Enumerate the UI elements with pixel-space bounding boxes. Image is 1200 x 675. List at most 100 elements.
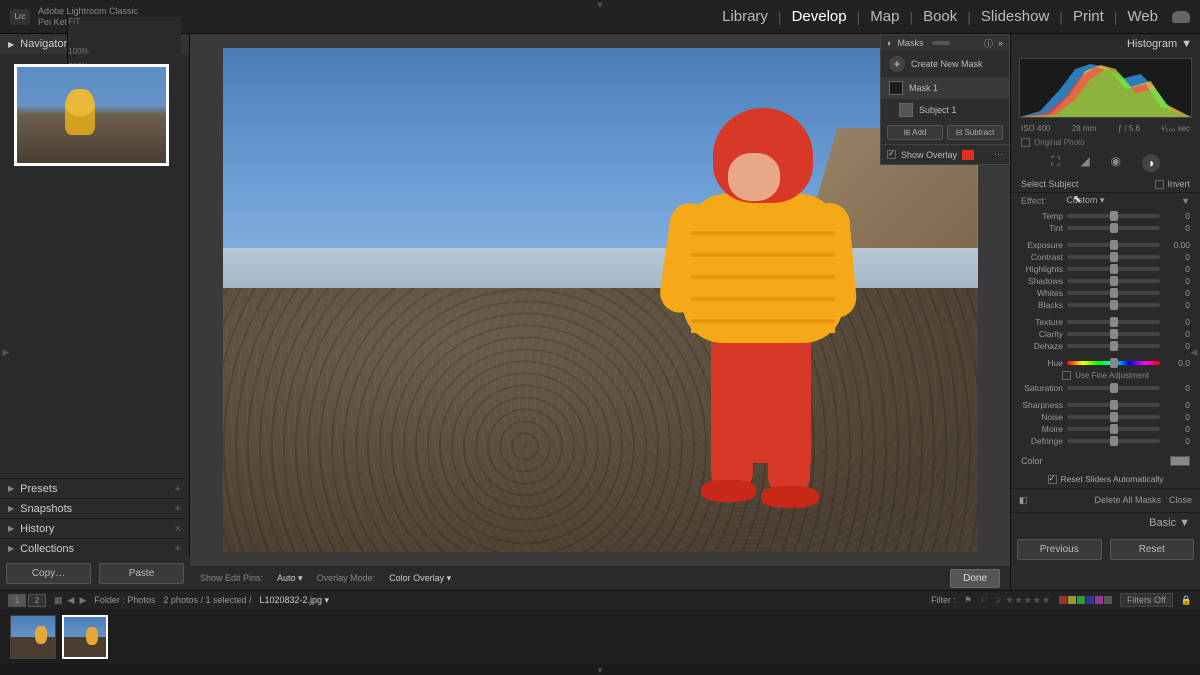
left-panel-collapse[interactable]: ▶: [0, 338, 12, 368]
collapse-icon[interactable]: »: [998, 38, 1003, 48]
zoom-100[interactable]: 100%: [68, 47, 181, 56]
snapshots-section[interactable]: ▶Snapshots+: [0, 498, 189, 518]
slider-exposure[interactable]: Exposure0.00: [1011, 239, 1200, 251]
mask-subject-1[interactable]: Subject 1: [881, 99, 1009, 121]
slider-blacks[interactable]: Blacks0: [1011, 299, 1200, 311]
filename[interactable]: L1020832-2.jpg ▾: [259, 595, 329, 606]
more-options-icon[interactable]: ⋯: [994, 149, 1003, 160]
masking-tool-icon[interactable]: ◑: [1142, 154, 1160, 172]
mask-add-button[interactable]: ⊞ Add: [887, 125, 943, 140]
mask-overlay: [673, 108, 848, 508]
show-overlay-checkbox[interactable]: [887, 150, 896, 159]
film-thumb-2[interactable]: [62, 615, 108, 659]
slider-whites[interactable]: Whites0: [1011, 287, 1200, 299]
filters-off-dropdown[interactable]: Filters Off: [1120, 593, 1173, 607]
slider-contrast[interactable]: Contrast0: [1011, 251, 1200, 263]
overlay-color-swatch[interactable]: [962, 150, 974, 160]
histogram-header[interactable]: Histogram ▼: [1011, 34, 1200, 54]
zoom-fit[interactable]: FIT: [68, 17, 181, 26]
right-panel-collapse[interactable]: ◀: [1188, 338, 1200, 368]
slider-moire[interactable]: Moire0: [1011, 423, 1200, 435]
fine-adjust-label: Use Fine Adjustment: [1075, 371, 1149, 380]
paste-button[interactable]: Paste: [99, 563, 184, 584]
navigator-header[interactable]: ▶ Navigator FIT: 100% 200%: [0, 34, 189, 54]
fine-adjust-checkbox[interactable]: [1062, 371, 1071, 380]
reset-auto-label: Reset Sliders Automatically: [1061, 474, 1164, 484]
panel-collapse-icon[interactable]: ▼: [1181, 196, 1190, 206]
module-slideshow[interactable]: Slideshow: [979, 8, 1051, 25]
module-develop[interactable]: Develop: [790, 8, 849, 25]
drag-handle-icon[interactable]: [932, 41, 950, 45]
loupe-view: ◐ Masks ⓘ » + Create New Mask Mask 1 Sub…: [190, 34, 1010, 590]
masks-panel[interactable]: ◐ Masks ⓘ » + Create New Mask Mask 1 Sub…: [880, 34, 1010, 165]
slider-temp[interactable]: Temp0: [1011, 210, 1200, 222]
filter-lock-icon[interactable]: 🔒: [1181, 595, 1192, 606]
slider-highlights[interactable]: Highlights0: [1011, 263, 1200, 275]
subject-thumb-icon: [899, 103, 913, 117]
pins-label: Show Edit Pins:: [200, 573, 263, 583]
module-print[interactable]: Print: [1071, 8, 1106, 25]
basic-panel-header[interactable]: Basic ▼: [1011, 512, 1200, 533]
copy-button[interactable]: Copy…: [6, 563, 91, 584]
slider-dehaze[interactable]: Dehaze0: [1011, 340, 1200, 352]
left-panel: ▶ Navigator FIT: 100% 200% ▶Presets+ ▶Sn…: [0, 34, 190, 590]
next-photo-icon[interactable]: ▶: [79, 595, 86, 606]
history-section[interactable]: ▶History×: [0, 518, 189, 538]
module-map[interactable]: Map: [868, 8, 901, 25]
close-button[interactable]: Close: [1169, 495, 1192, 506]
reset-auto-checkbox[interactable]: [1048, 475, 1057, 484]
slider-hue[interactable]: Hue0.0: [1011, 357, 1200, 369]
navigator-preview[interactable]: [14, 64, 169, 166]
filmstrip-collapse[interactable]: ▼: [0, 665, 1200, 675]
invert-checkbox[interactable]: [1155, 180, 1164, 189]
monitor-1-icon[interactable]: 1: [8, 594, 26, 607]
previous-button[interactable]: Previous: [1017, 539, 1102, 560]
slider-noise[interactable]: Noise0: [1011, 411, 1200, 423]
reset-button[interactable]: Reset: [1110, 539, 1195, 560]
original-photo-label: Original Photo: [1034, 138, 1085, 147]
film-thumb-1[interactable]: [10, 615, 56, 659]
mask-icon: ◐: [887, 38, 892, 48]
module-web[interactable]: Web: [1125, 8, 1160, 25]
filmstrip[interactable]: [0, 609, 1200, 665]
slider-defringe[interactable]: Defringe0: [1011, 435, 1200, 447]
slider-saturation[interactable]: Saturation0: [1011, 382, 1200, 394]
slider-clarity[interactable]: Clarity0: [1011, 328, 1200, 340]
right-panel: Histogram ▼ ISO 40028 mm ƒ / 5.6¹⁄₅₀₀ se…: [1010, 34, 1200, 590]
redeye-tool-icon[interactable]: ◉: [1110, 154, 1120, 172]
cloud-sync-icon[interactable]: [1172, 11, 1190, 23]
star-filter[interactable]: ≥ ★★★★★: [996, 595, 1051, 606]
pins-dropdown[interactable]: Auto ▾: [277, 573, 303, 584]
crop-tool-icon[interactable]: ⛶: [1051, 154, 1059, 172]
flag-rejected-icon[interactable]: ⚐: [980, 595, 988, 606]
done-button[interactable]: Done: [950, 569, 1000, 588]
app-logo: Lrc: [10, 9, 30, 25]
overlay-mode-dropdown[interactable]: Color Overlay ▾: [389, 573, 451, 584]
module-library[interactable]: Library: [720, 8, 770, 25]
disclosure-icon: ▶: [8, 40, 14, 49]
heal-tool-icon[interactable]: ◢: [1080, 154, 1089, 172]
masks-panel-header[interactable]: ◐ Masks ⓘ »: [881, 35, 1009, 51]
color-picker[interactable]: [1170, 456, 1190, 466]
color-filter[interactable]: [1059, 596, 1112, 604]
presets-section[interactable]: ▶Presets+: [0, 478, 189, 498]
delete-all-masks-button[interactable]: Delete All Masks: [1094, 495, 1161, 506]
create-mask-button[interactable]: + Create New Mask: [881, 51, 1009, 77]
prev-photo-icon[interactable]: ◀: [68, 595, 75, 606]
flag-picked-icon[interactable]: ⚑: [964, 595, 972, 606]
slider-sharpness[interactable]: Sharpness0: [1011, 399, 1200, 411]
slider-tint[interactable]: Tint0: [1011, 222, 1200, 234]
panel-toggle-icon[interactable]: ◧: [1019, 495, 1028, 506]
slider-shadows[interactable]: Shadows0: [1011, 275, 1200, 287]
grid-view-icon[interactable]: ▦: [54, 595, 63, 606]
module-book[interactable]: Book: [921, 8, 959, 25]
mask-subtract-button[interactable]: ⊟ Subtract: [947, 125, 1003, 140]
original-photo-checkbox[interactable]: [1021, 138, 1030, 147]
histogram[interactable]: [1019, 58, 1192, 118]
monitor-2-icon[interactable]: 2: [28, 594, 46, 607]
collections-section[interactable]: ▶Collections+: [0, 538, 189, 558]
help-icon[interactable]: ⓘ: [984, 37, 993, 50]
photo-canvas[interactable]: [223, 48, 978, 552]
slider-texture[interactable]: Texture0: [1011, 316, 1200, 328]
mask-item-1[interactable]: Mask 1: [881, 77, 1009, 99]
